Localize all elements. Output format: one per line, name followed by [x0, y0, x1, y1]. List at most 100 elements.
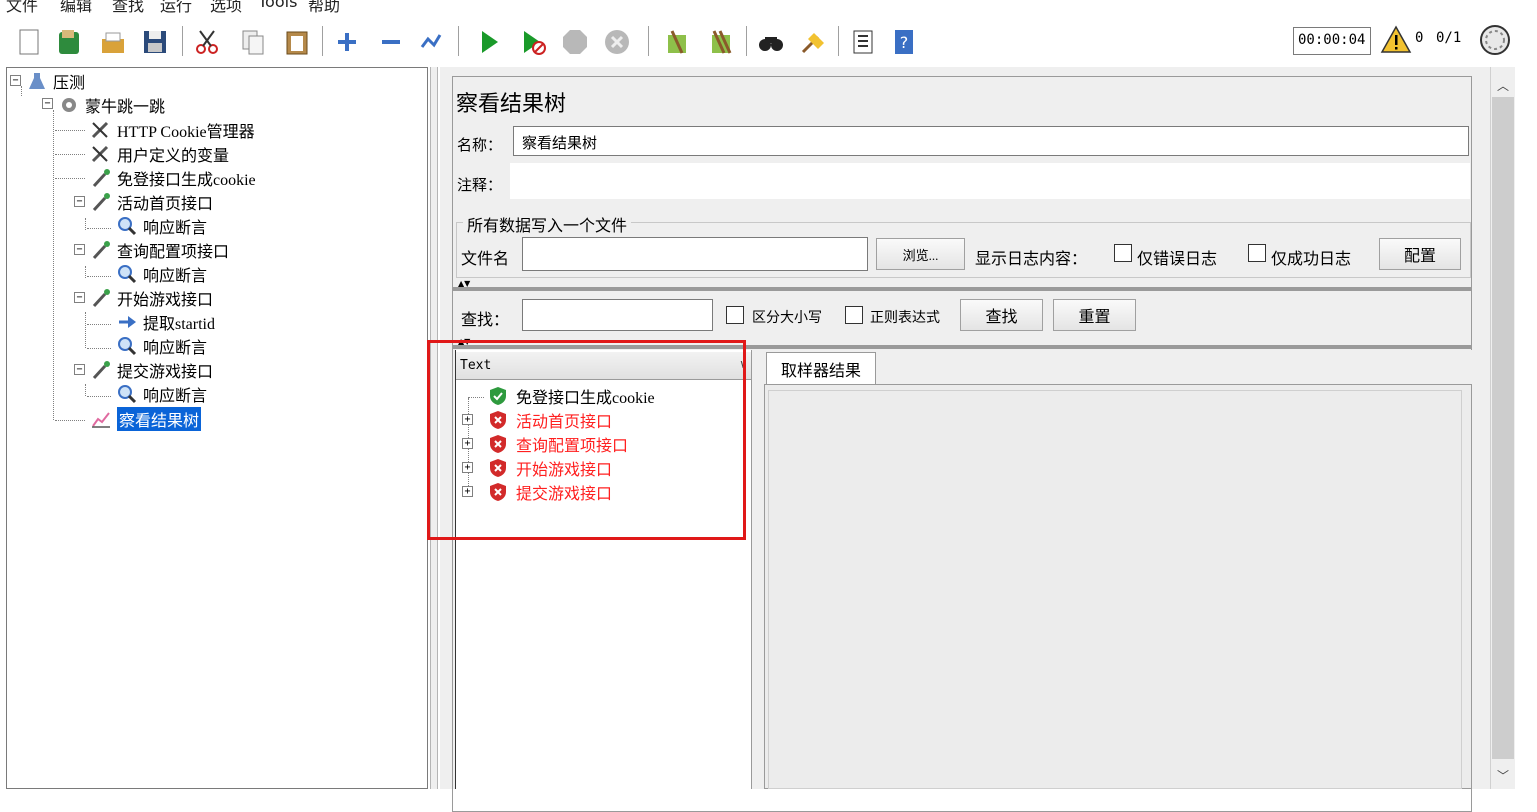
clear-icon[interactable] — [660, 24, 694, 60]
tree-connector — [87, 396, 111, 397]
tree-connector — [85, 266, 86, 278]
tab-sampler-result[interactable]: 取样器结果 — [766, 352, 876, 384]
function-helper-icon[interactable] — [846, 24, 880, 60]
gear-icon — [57, 94, 81, 116]
menu-tools[interactable]: Tools — [258, 0, 297, 11]
toolbar-separator — [182, 26, 183, 56]
collapse-toggle[interactable]: − — [74, 196, 85, 207]
search-label: 查找： — [461, 312, 510, 329]
cut-icon[interactable] — [190, 24, 224, 60]
tree-connector — [55, 154, 85, 155]
magnifier-icon — [115, 383, 139, 405]
menu-edit[interactable]: 编辑 — [60, 0, 92, 16]
toggle-icon[interactable] — [414, 24, 448, 60]
section-divider[interactable] — [452, 287, 1472, 291]
regex-checkbox[interactable] — [845, 306, 863, 324]
tree-node-sampler[interactable]: 活动首页接口 — [89, 191, 213, 213]
tree-node-user-variables[interactable]: 用户定义的变量 — [89, 143, 229, 165]
toolbar-separator — [838, 26, 839, 56]
pipette-icon — [89, 359, 113, 381]
collapse-toggle[interactable]: − — [10, 75, 21, 86]
errors-only-label: 仅错误日志 — [1137, 251, 1218, 268]
tree-connector — [87, 276, 111, 277]
tree-node-assertion[interactable]: 响应断言 — [115, 335, 207, 357]
results-splitter[interactable] — [752, 350, 762, 789]
scroll-thumb[interactable] — [1492, 97, 1514, 759]
expand-icon[interactable] — [330, 24, 364, 60]
find-button[interactable]: 查找 — [960, 299, 1043, 331]
tree-node-sampler[interactable]: 免登接口生成cookie — [89, 167, 256, 189]
menu-file[interactable]: 文件 — [6, 0, 38, 16]
filename-input[interactable] — [522, 237, 868, 271]
tree-node-sampler[interactable]: 查询配置项接口 — [89, 239, 229, 261]
tree-node-label: 察看结果树 — [117, 407, 202, 431]
warning-icon[interactable] — [1380, 24, 1412, 56]
toolbar-separator — [458, 26, 459, 56]
scroll-up-icon[interactable]: ︿ — [1497, 77, 1509, 94]
paste-icon[interactable] — [280, 24, 314, 60]
name-field[interactable]: 察看结果树 — [513, 126, 1469, 156]
start-no-pause-icon[interactable] — [516, 24, 550, 60]
collapse-icon[interactable] — [374, 24, 408, 60]
collapse-toggle[interactable]: − — [74, 364, 85, 375]
configure-button[interactable]: 配置 — [1379, 238, 1461, 270]
tree-node-extractor[interactable]: 提取startid — [115, 311, 215, 333]
tree-node-view-results-tree[interactable]: 察看结果树 — [89, 407, 202, 431]
templates-icon[interactable] — [52, 24, 86, 60]
tree-connector — [55, 178, 85, 179]
tree-node-assertion[interactable]: 响应断言 — [115, 215, 207, 237]
tree-connector — [85, 384, 86, 396]
errors-only-checkbox[interactable] — [1114, 244, 1132, 262]
divider-arrows-icon[interactable]: ▲▼ — [458, 280, 470, 288]
comment-label: 注释： — [457, 178, 503, 194]
copy-icon[interactable] — [236, 24, 270, 60]
arrow-icon — [115, 311, 139, 333]
tree-node-assertion[interactable]: 响应断言 — [115, 263, 207, 285]
open-icon[interactable] — [96, 24, 130, 60]
start-icon[interactable] — [472, 24, 506, 60]
tree-node-sampler[interactable]: 提交游戏接口 — [89, 359, 213, 381]
svg-text:?: ? — [900, 33, 909, 52]
tree-node-test-plan[interactable]: 压测 — [25, 70, 85, 92]
tree-connector — [53, 110, 54, 420]
tree-connector — [87, 348, 111, 349]
case-sensitive-label: 区分大小写 — [752, 311, 822, 326]
tree-connector — [85, 312, 86, 348]
save-icon[interactable] — [138, 24, 172, 60]
pipette-icon — [89, 287, 113, 309]
flask-icon — [25, 70, 49, 92]
collapse-toggle[interactable]: − — [74, 244, 85, 255]
tree-node-label: 蒙牛跳一跳 — [85, 99, 166, 116]
collapse-toggle[interactable]: − — [42, 98, 53, 109]
clear-all-icon[interactable] — [704, 24, 738, 60]
success-only-checkbox[interactable] — [1248, 244, 1266, 262]
browse-button[interactable]: 浏览... — [876, 238, 965, 270]
search-icon[interactable] — [754, 24, 788, 60]
menu-help[interactable]: 帮助 — [308, 0, 340, 16]
help-icon[interactable]: ? — [888, 24, 922, 60]
collapse-toggle[interactable]: − — [74, 292, 85, 303]
tree-node-thread-group[interactable]: 蒙牛跳一跳 — [57, 94, 165, 116]
menu-options[interactable]: 选项 — [210, 0, 242, 16]
scroll-down-icon[interactable]: ﹀ — [1497, 767, 1509, 784]
stop-icon[interactable] — [558, 24, 592, 60]
menu-search[interactable]: 查找 — [112, 0, 144, 16]
pipette-icon — [89, 191, 113, 213]
search-input[interactable] — [522, 299, 713, 331]
tools-icon — [89, 119, 113, 141]
menu-run[interactable]: 运行 — [160, 0, 192, 16]
tools-icon — [89, 143, 113, 165]
new-icon[interactable] — [12, 24, 46, 60]
reset-search-icon[interactable] — [796, 24, 830, 60]
status-icon — [1478, 23, 1512, 57]
tree-node-sampler[interactable]: 开始游戏接口 — [89, 287, 213, 309]
chart-icon — [89, 408, 113, 430]
case-sensitive-checkbox[interactable] — [726, 306, 744, 324]
reset-button[interactable]: 重置 — [1053, 299, 1136, 331]
pipette-icon — [89, 239, 113, 261]
tree-node-assertion[interactable]: 响应断言 — [115, 383, 207, 405]
vertical-scrollbar[interactable]: ︿ ﹀ — [1490, 67, 1515, 789]
comment-field[interactable] — [510, 163, 1470, 199]
shutdown-icon[interactable] — [600, 24, 634, 60]
tree-node-cookie-manager[interactable]: HTTP Cookie管理器 — [89, 119, 255, 141]
